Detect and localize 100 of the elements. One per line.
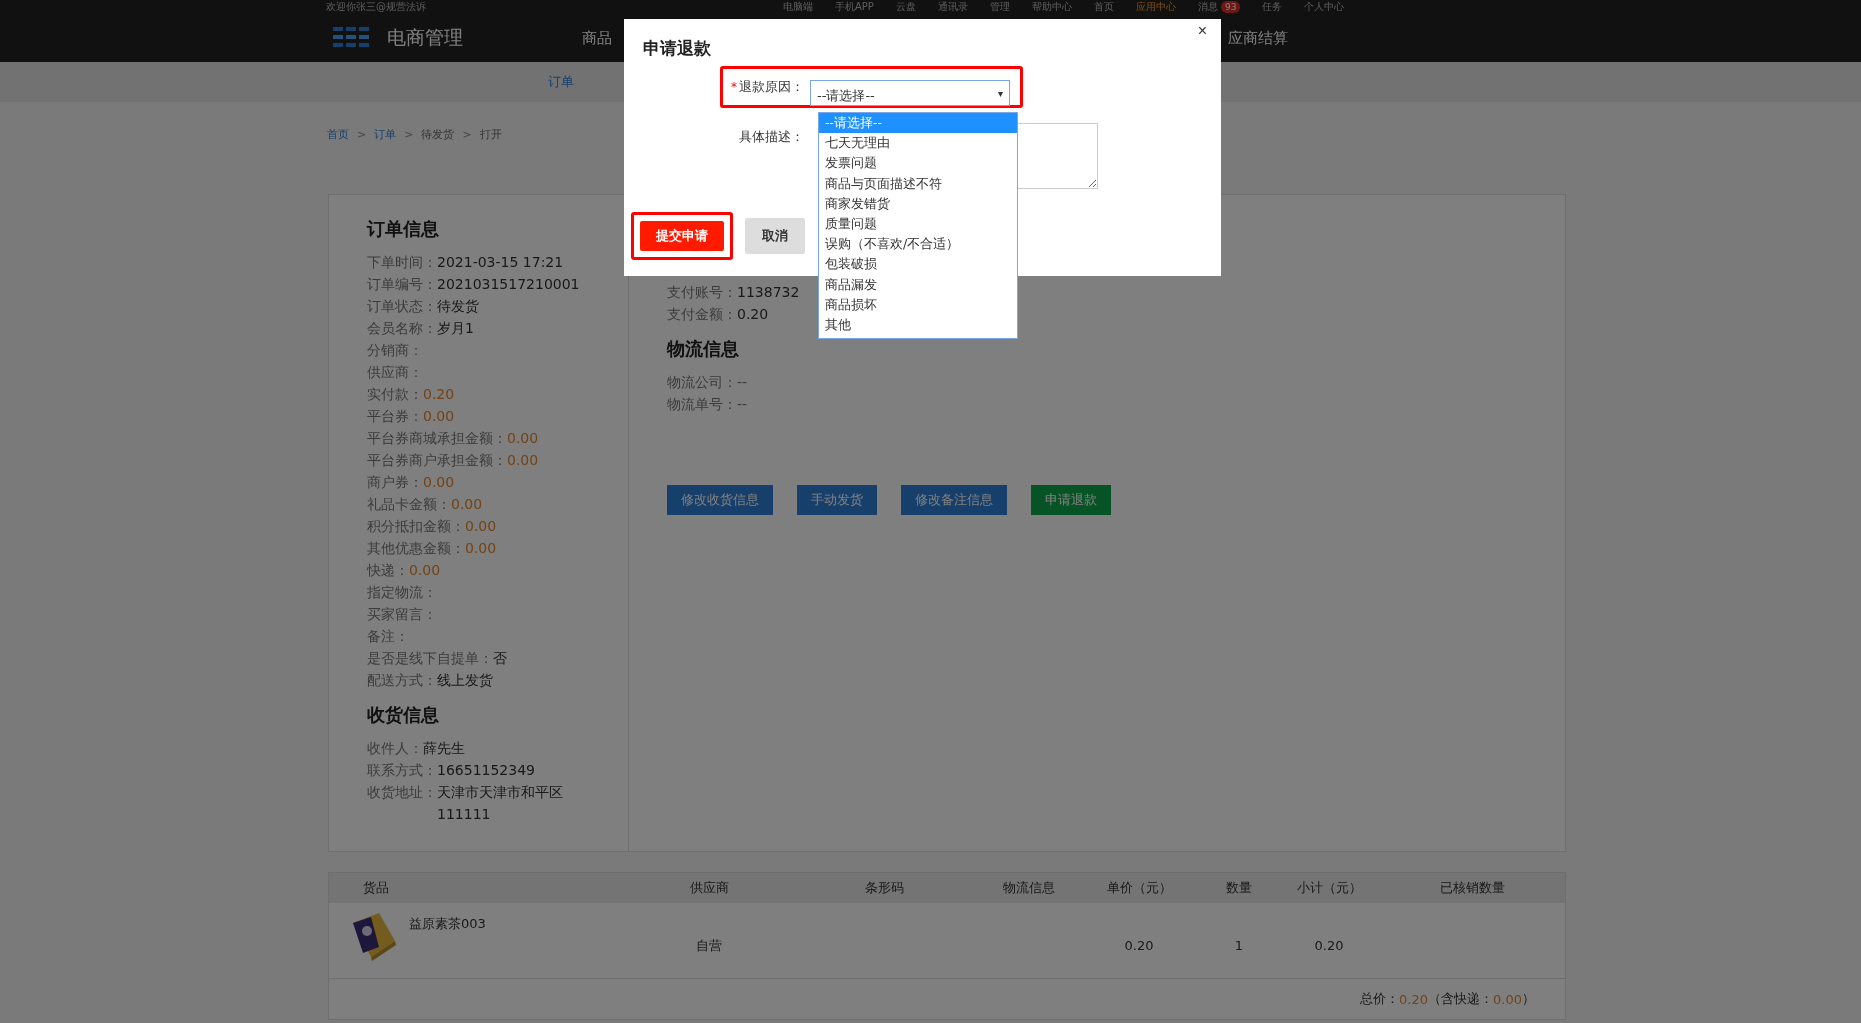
field-label: 供应商： (367, 363, 423, 382)
location-text: 待发货 (421, 126, 455, 142)
field-label: 平台券： (367, 407, 423, 426)
path-separator: > (357, 127, 367, 141)
section-title: 物流信息 (667, 337, 740, 361)
field-label: 会员名称： (367, 319, 437, 338)
field-value: 0.00 (423, 407, 455, 426)
reason-select[interactable]: --请选择-- ▾ (810, 80, 1010, 106)
field-label: 礼品卡金额： (367, 495, 451, 514)
breadcrumb-link[interactable]: 订单 (374, 126, 397, 142)
field-label: 订单状态： (367, 297, 437, 316)
cancel-button[interactable]: 取消 (745, 218, 805, 254)
field-label: 具体描述： (739, 128, 804, 146)
field-label: 联系方式： (367, 761, 437, 780)
top-link[interactable]: 消息 93 (1197, 1, 1241, 13)
submit-button[interactable]: 提交申请 (640, 221, 724, 251)
table-cell-text: 自营 (695, 936, 723, 955)
action-button[interactable]: 申请退款 (1031, 485, 1111, 515)
field-label: 积分抵扣金额： (367, 517, 465, 536)
field-label: 分销商： (367, 341, 423, 360)
field-value: 0.00 (451, 495, 483, 514)
field-label: 是否是线下自提单： (367, 649, 493, 668)
top-link[interactable]: 首页 (1093, 1, 1114, 13)
brand-title: 电商管理 (387, 25, 464, 50)
field-value: 线上发货 (437, 671, 493, 690)
field-value: 0.20 (423, 385, 455, 404)
action-button[interactable]: 修改备注信息 (901, 485, 1007, 515)
breadcrumb-link[interactable]: 首页 (327, 126, 349, 142)
column-header: 物流信息 (1002, 879, 1056, 897)
field-value: 16651152349 (437, 761, 535, 780)
top-link[interactable]: 通讯录 (937, 1, 968, 13)
field-label: 下单时间： (367, 253, 437, 272)
section-title: 收货信息 (367, 703, 440, 727)
section-title: 订单信息 (367, 217, 440, 241)
count-badge: 93 (1220, 1, 1241, 13)
logistics-field: 物流公司：-- (667, 371, 748, 393)
field-value: 岁月1 (437, 319, 474, 338)
column-header: 已核销数量 (1438, 879, 1506, 897)
field-label: 支付金额： (667, 305, 737, 324)
nav-item[interactable]: 商品 (582, 28, 612, 48)
table-cell-text: 0.20 (1123, 937, 1155, 953)
top-link[interactable]: 管理 (989, 1, 1010, 13)
field-label: 平台券商城承担金额： (367, 429, 507, 448)
top-link[interactable]: 云盘 (895, 1, 916, 13)
field-value: 0.00 (507, 429, 539, 448)
path-separator: > (404, 127, 414, 141)
field-value: 0.00 (465, 517, 497, 536)
nav-item[interactable]: 应商结算 (1228, 28, 1288, 48)
action-button[interactable]: 手动发货 (797, 485, 877, 515)
dropdown-option[interactable]: --请选择-- (819, 113, 1017, 134)
field-value: 0.20 (737, 305, 769, 324)
field-label: 指定物流： (367, 583, 437, 602)
field-label: 配送方式： (367, 671, 437, 690)
field-value: 1138732 (737, 283, 800, 302)
field-label: 商户券： (367, 473, 423, 492)
field-label: 收货地址： (367, 783, 437, 802)
table-cell-text: 0.20 (1313, 937, 1345, 953)
field-value: 薛先生 (423, 739, 465, 758)
column-header: 单价（元） (1105, 879, 1173, 897)
field-value: 2021031517210001 (437, 275, 580, 294)
top-link[interactable]: 手机APP (835, 1, 874, 13)
total-label: 总价： (1360, 990, 1400, 1008)
field-value: 0.00 (507, 451, 539, 470)
column-header: 货品 (362, 879, 390, 897)
field-label: 快递： (367, 561, 409, 580)
field-value: 否 (493, 649, 507, 668)
action-button[interactable]: 修改收货信息 (667, 485, 773, 515)
subnav-item[interactable]: 订单 (548, 73, 574, 91)
column-header: 条形码 (863, 879, 905, 897)
field-value: 0.00 (423, 473, 455, 492)
field-label: 平台券商户承担金额： (367, 451, 507, 470)
shipping-label: （含快递： (1428, 990, 1494, 1008)
field-label: 买家留言： (367, 605, 437, 624)
required-mark: * (731, 80, 737, 94)
field-label: 收件人： (367, 739, 423, 758)
field-value: 待发货 (437, 297, 479, 316)
field-value: 2021-03-15 17:21 (437, 253, 564, 272)
product-name: 益原素茶003 (409, 915, 486, 933)
column-header: 数量 (1225, 879, 1253, 897)
field-value: 0.00 (409, 561, 441, 580)
top-link[interactable]: 任务 (1262, 1, 1283, 13)
total-value: 0.20 (1399, 991, 1429, 1007)
grid-logo-icon (333, 27, 371, 49)
field-value: 0.00 (465, 539, 497, 558)
top-link[interactable]: 应用中心 (1135, 1, 1176, 13)
field-label: 退款原因： (739, 78, 804, 96)
bracket-text: ） (1522, 990, 1535, 1008)
path-separator: > (462, 127, 472, 141)
field-label: 实付款： (367, 385, 423, 404)
close-button[interactable]: × (1191, 21, 1213, 41)
table-cell-text: 1 (1233, 937, 1245, 953)
top-link[interactable]: 电脑端 (783, 1, 813, 13)
shipping-value: 0.00 (1493, 991, 1522, 1007)
field-label: 支付账号： (667, 283, 737, 302)
column-header: 供应商 (688, 879, 730, 897)
dialog-title: 申请退款 (643, 37, 712, 60)
field-label: 备注： (367, 627, 409, 646)
field-label: 订单编号： (367, 275, 437, 294)
column-header: 小计（元） (1295, 879, 1363, 897)
logistics-field: 物流单号：-- (667, 393, 748, 415)
